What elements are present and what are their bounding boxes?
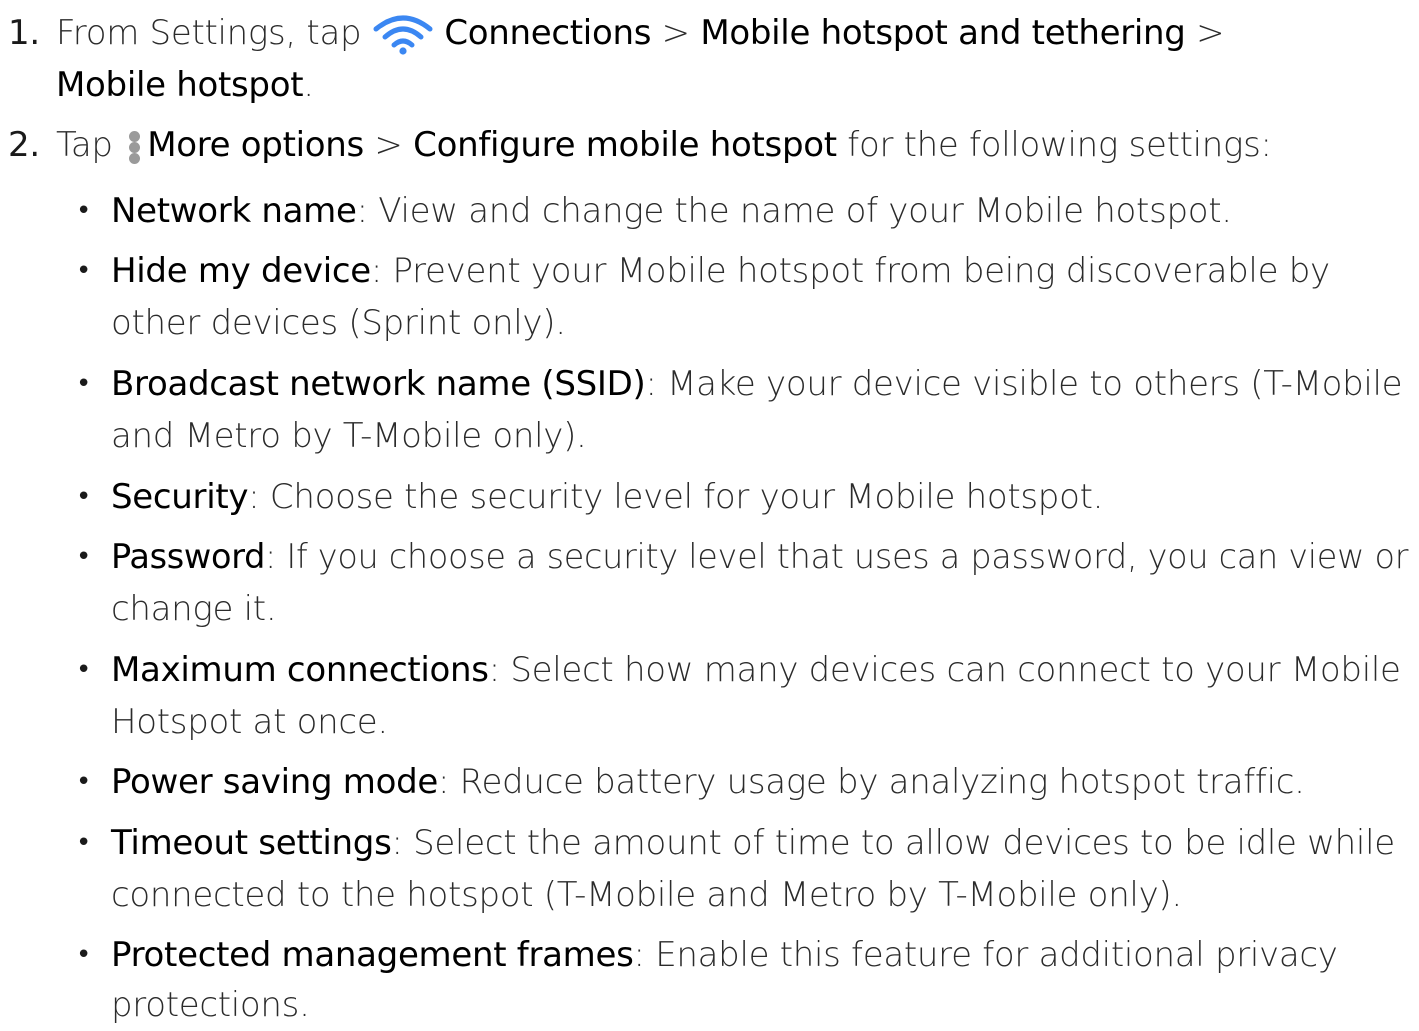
- bullet: •: [76, 369, 92, 399]
- mobile-hotspot-path: Mobile hotspot: [56, 65, 304, 105]
- more-options-path: More options: [147, 125, 364, 165]
- breadcrumb-separator: >: [363, 125, 414, 165]
- setting-term: Network name: [111, 191, 357, 231]
- setting-item-maximum-connections: Maximum connections: Select how many dev…: [111, 645, 1401, 696]
- setting-desc: : View and change the name of your Mobil…: [356, 191, 1233, 231]
- mobile-hotspot-tethering-path: Mobile hotspot and tethering: [700, 13, 1186, 53]
- setting-term: Hide my device: [111, 251, 371, 291]
- breadcrumb-separator: >: [1185, 13, 1225, 53]
- setting-desc: : Prevent your Mobile hotspot from being…: [370, 251, 1330, 291]
- setting-desc-continued: and Metro by T-Mobile only).: [111, 416, 587, 456]
- setting-item-timeout-settings: Timeout settings: Select the amount of t…: [111, 818, 1395, 869]
- step-1-end: .: [303, 65, 314, 105]
- setting-desc: : Select the amount of time to allow dev…: [391, 823, 1395, 863]
- setting-item-broadcast-ssid: Broadcast network name (SSID): Make your…: [111, 359, 1403, 410]
- bullet: •: [76, 767, 92, 797]
- step-1-line-1: From Settings, tap Connections > Mobile …: [56, 8, 1225, 59]
- setting-desc: : Select how many devices can connect to…: [488, 650, 1401, 690]
- setting-item-protected-management-frames: Protected management frames: Enable this…: [111, 930, 1338, 981]
- setting-desc: : Reduce battery usage by analyzing hots…: [437, 762, 1305, 802]
- setting-term: Power saving mode: [111, 762, 438, 802]
- step-1-line-2: Mobile hotspot.: [56, 60, 314, 111]
- step-2-number: 2.: [8, 125, 40, 165]
- setting-desc-continued: connected to the hotspot (T-Mobile and M…: [111, 875, 1182, 915]
- setting-desc: : Make your device visible to others (T-…: [645, 364, 1403, 404]
- setting-item-password: Password: If you choose a security level…: [111, 532, 1408, 583]
- setting-desc-continued: change it.: [111, 589, 277, 629]
- setting-desc: : Enable this feature for additional pri…: [633, 935, 1338, 975]
- bullet: •: [76, 196, 92, 226]
- setting-desc: : If you choose a security level that us…: [265, 537, 1409, 577]
- setting-desc-continued: other devices (Sprint only).: [111, 303, 566, 343]
- setting-item-network-name: Network name: View and change the name o…: [111, 186, 1232, 237]
- setting-term: Password: [111, 537, 266, 577]
- step-2-prefix: Tap: [56, 125, 113, 165]
- bullet: •: [76, 655, 92, 685]
- bullet: •: [76, 542, 92, 572]
- wifi-icon: [372, 15, 434, 55]
- document-page: 1. From Settings, tap Connections > Mobi…: [0, 0, 1419, 1025]
- setting-term: Protected management frames: [111, 935, 634, 975]
- setting-item-security: Security: Choose the security level for …: [111, 472, 1103, 523]
- bullet: •: [76, 482, 92, 512]
- connections-menu-path: Connections: [444, 13, 652, 53]
- setting-desc-continued: protections.: [111, 985, 310, 1025]
- setting-term: Security: [111, 477, 249, 517]
- step-2-line: Tap More options > Configure mobile hots…: [56, 120, 1272, 171]
- setting-term: Broadcast network name (SSID): [111, 364, 646, 404]
- setting-item-hide-my-device: Hide my device: Prevent your Mobile hots…: [111, 246, 1330, 297]
- setting-term: Timeout settings: [111, 823, 392, 863]
- breadcrumb-separator: >: [651, 13, 701, 53]
- setting-desc-continued: Hotspot at once.: [111, 702, 388, 742]
- more-options-icon: [127, 129, 141, 165]
- bullet: •: [76, 940, 92, 970]
- bullet: •: [76, 256, 92, 286]
- setting-term: Maximum connections: [111, 650, 489, 690]
- bullet: •: [76, 828, 92, 858]
- setting-desc: : Choose the security level for your Mob…: [248, 477, 1104, 517]
- configure-mobile-hotspot-path: Configure mobile hotspot: [413, 125, 837, 165]
- step-2-suffix: for the following settings:: [836, 125, 1272, 165]
- step-1-number: 1.: [8, 13, 40, 53]
- step-1-prefix: From Settings, tap: [56, 13, 362, 53]
- setting-item-power-saving-mode: Power saving mode: Reduce battery usage …: [111, 757, 1305, 808]
